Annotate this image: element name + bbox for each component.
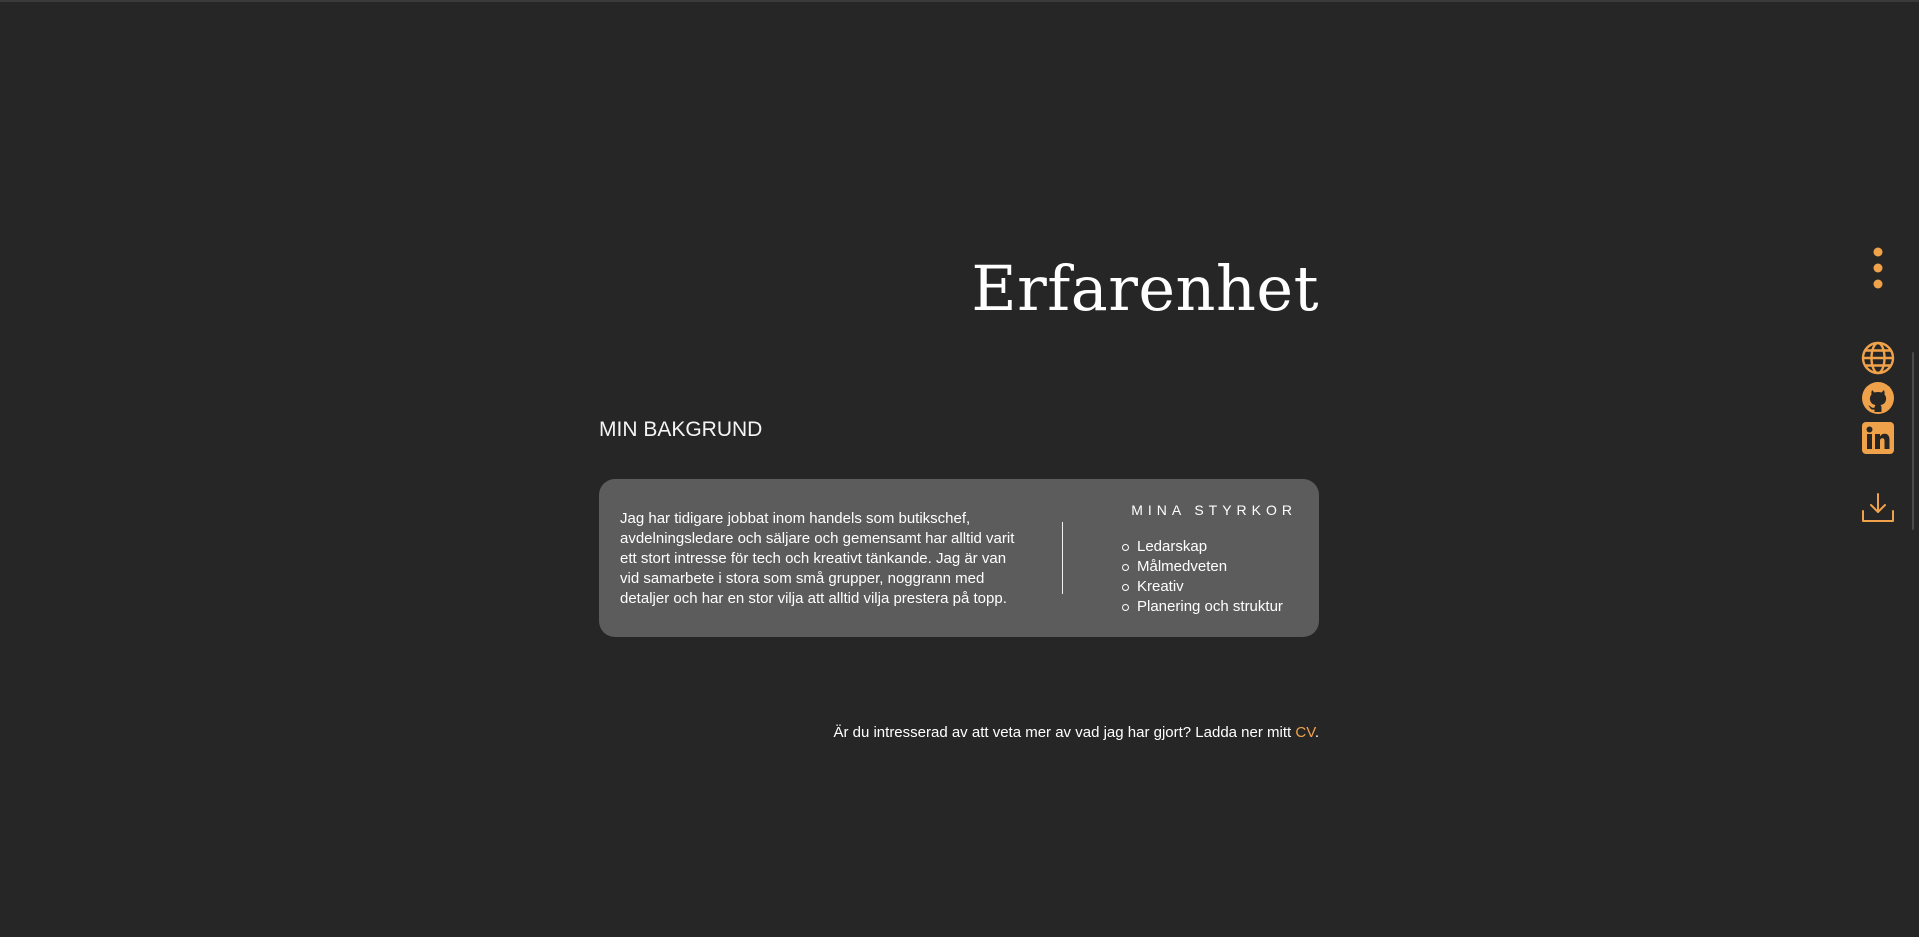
cv-cta: Är du intresserad av att veta mer av vad… [833, 724, 1319, 741]
github-icon[interactable] [1861, 381, 1895, 415]
strength-item: Planering och struktur [1122, 597, 1283, 617]
download-icon[interactable] [1861, 492, 1895, 524]
strength-item: Målmedveten [1122, 557, 1283, 577]
linkedin-icon[interactable] [1861, 421, 1895, 455]
scrollbar-thumb[interactable] [1912, 352, 1914, 530]
cv-cta-text: Är du intresserad av att veta mer av vad… [833, 724, 1296, 741]
more-vertical-icon[interactable] [1870, 246, 1886, 290]
background-description: Jag har tidigare jobbat inom handels som… [620, 510, 1015, 607]
section-heading: MIN BAKGRUND [599, 418, 763, 441]
cv-download-link[interactable]: CV [1295, 724, 1314, 741]
top-border [0, 0, 1919, 2]
strength-item: Kreativ [1122, 577, 1283, 597]
strengths-list: Ledarskap Målmedveten Kreativ Planering … [1122, 537, 1283, 617]
card-divider [1062, 522, 1063, 594]
strength-item: Ledarskap [1122, 537, 1283, 557]
globe-icon[interactable] [1861, 341, 1895, 375]
strengths-title: MINA STYRKOR [1131, 502, 1297, 518]
cv-cta-suffix: . [1314, 724, 1319, 741]
background-card: Jag har tidigare jobbat inom handels som… [599, 479, 1319, 637]
page-title: Erfarenhet [971, 252, 1319, 325]
